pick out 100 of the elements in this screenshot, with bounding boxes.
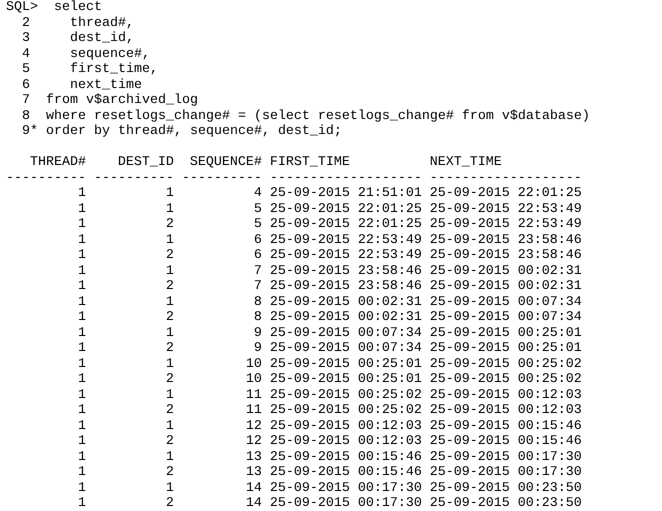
table-cell-text: 1 (76, 248, 86, 264)
table-cell-text: 1 (164, 356, 174, 372)
table-cell: 25-09-2015 00:07:34 (430, 294, 582, 310)
table-cell: 25-09-2015 00:02:31 (270, 310, 422, 326)
table-cell: 25-09-2015 00:17:30 (270, 496, 422, 511)
table-cell-text: 1 (164, 326, 174, 341)
table-cell: 25-09-2015 00:17:30 (270, 480, 422, 496)
table-cell-text: 2 (164, 403, 174, 418)
table-cell-text: 2 (164, 310, 174, 326)
table-cell-text: 1 (164, 418, 174, 434)
table-cell: 25-09-2015 23:58:46 (270, 264, 422, 279)
table-cell-text: 2 (164, 434, 174, 450)
table-cell-text: 13 (244, 465, 262, 480)
table-cell-text: 2 (164, 217, 174, 232)
header-rule: ---------- (94, 170, 174, 186)
column-header: NEXT_TIME (430, 155, 503, 170)
table-cell: 25-09-2015 00:23:50 (430, 496, 582, 511)
table-cell-text: 1 (164, 202, 174, 217)
table-cell-text: 1 (164, 264, 174, 279)
table-cell: 25-09-2015 00:02:31 (430, 264, 582, 279)
table-cell: 25-09-2015 00:17:30 (430, 450, 582, 465)
table-cell: 25-09-2015 23:58:46 (270, 279, 422, 294)
table-cell-text: 14 (244, 496, 262, 511)
table-cell-text: 11 (244, 388, 262, 403)
sql-line: 8 where resetlogs_change# = (select resetlogs_change# from v$database) (20, 108, 590, 124)
table-cell: 25-09-2015 00:07:34 (270, 326, 422, 341)
table-cell-text: 1 (76, 279, 86, 294)
table-cell: 25-09-2015 22:53:49 (430, 202, 582, 217)
table-cell-text: 5 (252, 217, 262, 232)
table-cell-text: 1 (164, 480, 174, 496)
table-cell-text: 9 (252, 326, 262, 341)
table-cell-text: 1 (76, 341, 86, 356)
table-cell: 25-09-2015 00:15:46 (270, 465, 422, 480)
table-cell: 25-09-2015 22:53:49 (270, 248, 422, 264)
table-cell: 25-09-2015 22:01:25 (270, 217, 422, 232)
table-cell: 25-09-2015 00:12:03 (270, 434, 422, 450)
table-cell: 25-09-2015 00:12:03 (270, 418, 422, 434)
table-cell-text: 1 (76, 434, 86, 450)
table-cell: 25-09-2015 00:25:02 (430, 356, 582, 372)
sql-line: 6 next_time (20, 78, 142, 92)
table-cell-text: 4 (252, 186, 262, 202)
table-cell: 25-09-2015 00:15:46 (430, 418, 582, 434)
table-cell-text: 1 (76, 264, 86, 279)
table-cell-text: 13 (244, 450, 262, 465)
table-cell: 25-09-2015 00:02:31 (270, 294, 422, 310)
table-cell: 25-09-2015 00:25:01 (430, 341, 582, 356)
table-cell: 25-09-2015 00:23:50 (430, 480, 582, 496)
sql-line: 5 first_time, (20, 62, 158, 77)
table-cell: 25-09-2015 21:51:01 (270, 186, 422, 202)
table-cell-text: 1 (76, 496, 86, 511)
header-rule: ------------------- (430, 170, 582, 186)
table-cell: 25-09-2015 00:25:02 (270, 388, 422, 403)
table-cell: 25-09-2015 00:07:34 (270, 341, 422, 356)
table-cell-text: 8 (252, 310, 262, 326)
sql-line: SQL> select (6, 0, 102, 15)
table-cell: 25-09-2015 22:01:25 (270, 202, 422, 217)
sql-line: 7 from v$archived_log (20, 93, 198, 108)
table-cell-text: 2 (164, 372, 174, 388)
table-cell-text: 12 (244, 418, 262, 434)
table-cell: 25-09-2015 00:12:03 (430, 388, 582, 403)
table-cell: 25-09-2015 23:58:46 (430, 232, 582, 248)
table-cell: 25-09-2015 00:07:34 (430, 310, 582, 326)
table-cell: 25-09-2015 00:17:30 (430, 465, 582, 480)
table-cell-text: 2 (164, 248, 174, 264)
table-cell-text: 1 (76, 356, 86, 372)
sql-line: 3 dest_id, (20, 31, 134, 46)
table-cell-text: 9 (252, 341, 262, 356)
table-cell-text: 1 (76, 310, 86, 326)
table-cell-text: 1 (76, 465, 86, 480)
column-header: FIRST_TIME (270, 155, 351, 170)
table-cell-text: 7 (252, 279, 262, 294)
table-cell-text: 6 (252, 232, 262, 248)
table-cell: 25-09-2015 00:15:46 (270, 450, 422, 465)
table-cell: 25-09-2015 00:02:31 (430, 279, 582, 294)
table-cell-text: 1 (76, 372, 86, 388)
table-cell-text: 8 (252, 294, 262, 310)
table-cell: 25-09-2015 00:25:01 (430, 326, 582, 341)
table-cell-text: 1 (76, 202, 86, 217)
header-rule: ---------- (182, 170, 262, 186)
table-cell-text: 1 (164, 232, 174, 248)
header-rule: ---------- (6, 170, 86, 186)
column-header: SEQUENCE# (188, 155, 262, 170)
table-cell-text: 2 (164, 496, 174, 511)
table-cell-text: 1 (164, 388, 174, 403)
table-cell-text: 1 (76, 326, 86, 341)
sql-line: 9* order by thread#, sequence#, dest_id; (20, 124, 342, 139)
table-cell-text: 6 (252, 248, 262, 264)
table-cell-text: 2 (164, 465, 174, 480)
table-cell: 25-09-2015 22:53:49 (430, 217, 582, 232)
table-cell: 25-09-2015 00:15:46 (430, 434, 582, 450)
table-cell-text: 1 (164, 186, 174, 202)
table-cell: 25-09-2015 22:01:25 (430, 186, 582, 202)
table-cell-text: 1 (76, 450, 86, 465)
table-cell-text: 1 (76, 388, 86, 403)
table-cell-text: 1 (76, 232, 86, 248)
table-cell-text: 1 (164, 294, 174, 310)
table-cell: 25-09-2015 22:53:49 (270, 232, 422, 248)
table-cell-text: 10 (244, 356, 262, 372)
table-cell: 25-09-2015 00:25:02 (270, 403, 422, 418)
table-cell: 25-09-2015 00:25:01 (270, 372, 422, 388)
